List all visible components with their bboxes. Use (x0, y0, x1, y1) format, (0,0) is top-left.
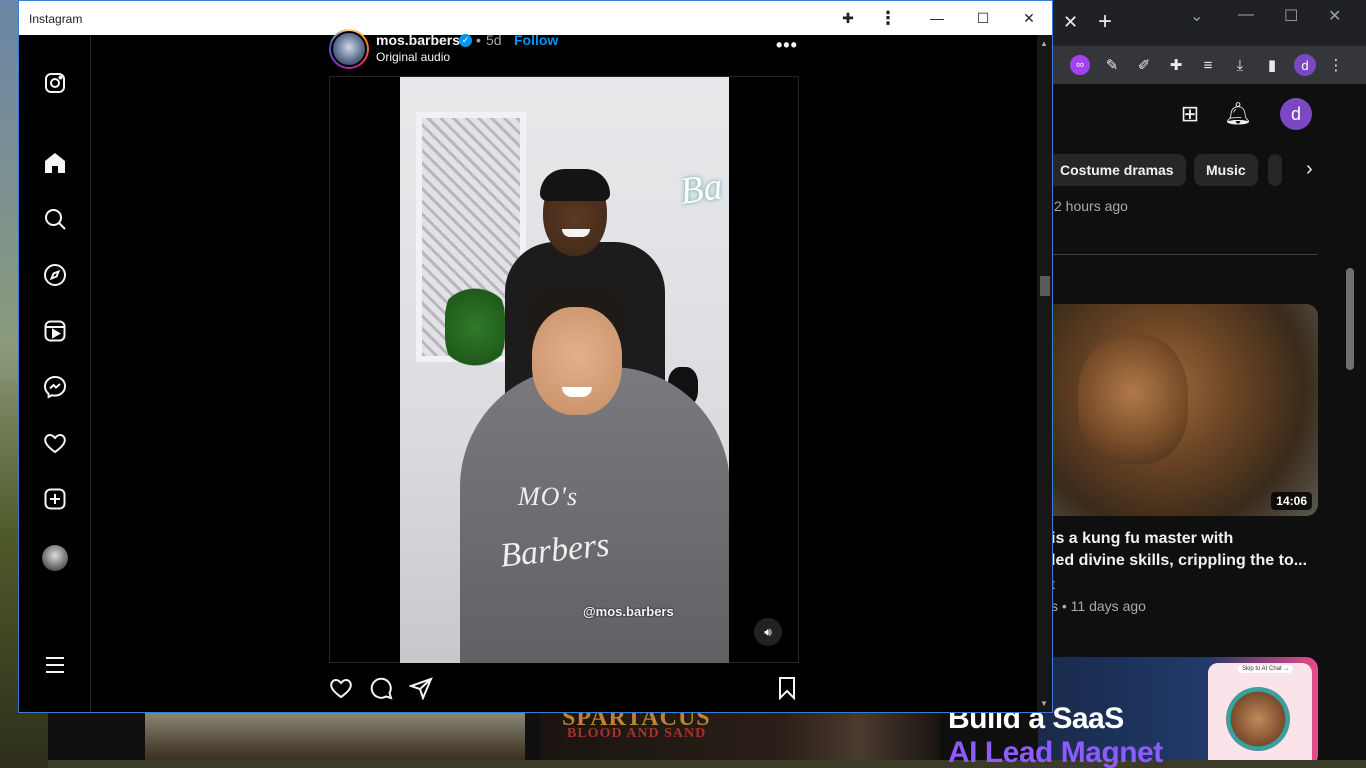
pen-extension-icon[interactable]: ✎ (1102, 55, 1122, 75)
video-barber-smile (562, 229, 590, 237)
close-icon[interactable]: ✕ (1006, 1, 1052, 35)
post-author-avatar[interactable] (329, 29, 369, 69)
extension-icon[interactable]: ∞ (1070, 55, 1090, 75)
app-menu-icon[interactable]: ⋮ (865, 1, 911, 35)
thumbnail-figure (1078, 334, 1188, 464)
scrollbar-thumb[interactable] (1040, 276, 1050, 296)
post-media-frame: Ba MO's Barbers @mos.barbers 🔊︎ (329, 76, 799, 663)
video-kid-face (532, 307, 622, 415)
create-video-icon[interactable]: ⊞ (1176, 100, 1204, 128)
more-options-icon[interactable]: ••• (776, 35, 798, 56)
download-icon[interactable]: ⤓ (1230, 55, 1250, 75)
video-plant-scene (445, 282, 505, 372)
ad-avatar-image (1226, 687, 1290, 751)
notifications-heart-icon[interactable] (42, 430, 68, 456)
minimize-icon[interactable]: — (1238, 6, 1254, 24)
window-title: Instagram (29, 12, 83, 26)
scroll-up-arrow-icon[interactable]: ▲ (1040, 39, 1048, 48)
page-scrollbar[interactable] (1346, 268, 1354, 370)
poster-subtitle: BLOOD AND SAND (567, 726, 707, 741)
save-bookmark-icon[interactable] (774, 675, 800, 701)
follow-button[interactable]: Follow (514, 32, 558, 48)
maximize-icon[interactable]: ☐ (1284, 6, 1298, 26)
post-username[interactable]: mos.barbers (376, 32, 460, 48)
scroll-down-arrow-icon[interactable]: ▼ (1040, 699, 1048, 708)
tab-close-button[interactable]: ✕ (1063, 12, 1078, 33)
browser-menu-icon[interactable]: ⋮ (1326, 55, 1346, 75)
cape-logo-text: MO's (518, 482, 579, 511)
profile-avatar[interactable] (42, 545, 68, 571)
window-scrollbar[interactable]: ▲ ▼ (1037, 35, 1052, 712)
notifications-bell-icon[interactable]: 🔔︎ (1224, 100, 1252, 128)
new-tab-button[interactable]: + (1098, 8, 1112, 36)
tab-search-icon[interactable]: ⌄ (1190, 6, 1203, 26)
video-wall-sign: Ba (677, 165, 725, 213)
audio-toggle-icon[interactable]: 🔊︎ (754, 618, 782, 646)
divider (1048, 254, 1318, 255)
media-control-icon[interactable]: ≡ (1198, 55, 1218, 75)
verified-badge-icon: ✓ (459, 34, 472, 47)
video-views-age: s • 11 days ago (1051, 598, 1146, 614)
minimize-icon[interactable]: — (914, 1, 960, 35)
video-title-line1[interactable]: is a kung fu master with (1051, 530, 1233, 548)
ad-headline-line2: AI Lead Magnet (948, 736, 1163, 768)
reels-icon[interactable] (42, 318, 68, 344)
video-meta: 2 hours ago (1054, 198, 1128, 214)
close-icon[interactable]: ✕ (1328, 6, 1341, 26)
chevron-right-icon[interactable]: › (1306, 158, 1313, 181)
share-icon[interactable] (408, 675, 434, 701)
window-titlebar: Instagram ✚ ⋮ — ☐ ✕ (19, 1, 1052, 35)
instagram-window: Instagram ✚ ⋮ — ☐ ✕ mos.barbers ✓ • 5d F… (18, 0, 1053, 713)
sidebar-icon[interactable]: ▮ (1262, 55, 1282, 75)
youtube-account-avatar[interactable]: d (1280, 98, 1312, 130)
post-time[interactable]: 5d (486, 32, 502, 48)
instagram-sidebar (19, 35, 91, 712)
eyedropper-icon[interactable]: ✐ (1134, 55, 1154, 75)
like-heart-icon[interactable] (328, 675, 354, 701)
home-icon[interactable] (42, 150, 68, 176)
chip-music[interactable]: Music (1194, 154, 1258, 186)
video-duration-badge: 14:06 (1271, 492, 1312, 510)
comment-icon[interactable] (368, 675, 394, 701)
ad-skip-pill: Skip to AI Chat → (1238, 665, 1294, 673)
video-watermark: @mos.barbers (583, 604, 674, 619)
search-icon[interactable] (42, 206, 68, 232)
messenger-icon[interactable] (42, 374, 68, 400)
chip-costume-dramas[interactable]: Costume dramas (1048, 154, 1186, 186)
separator-dot: • (476, 32, 481, 48)
video-thumbnail[interactable]: 14:06 (1038, 304, 1318, 516)
explore-icon[interactable] (42, 262, 68, 288)
video-title-line2[interactable]: led divine skills, crippling the to... (1051, 552, 1307, 570)
video-barber-durag (540, 169, 610, 201)
puzzle-icon[interactable]: ✚ (1166, 55, 1186, 75)
maximize-icon[interactable]: ☐ (960, 1, 1006, 35)
post-viewer: mos.barbers ✓ • 5d Follow Original audio… (92, 29, 1037, 712)
instagram-logo-icon[interactable] (42, 70, 68, 96)
chip-partial[interactable] (1268, 154, 1282, 186)
browser-profile-avatar[interactable]: d (1294, 54, 1316, 76)
menu-icon[interactable] (42, 652, 68, 678)
reel-video[interactable]: Ba MO's Barbers @mos.barbers (400, 77, 729, 663)
thumbnail-battle[interactable] (145, 712, 525, 760)
post-audio-link[interactable]: Original audio (376, 50, 450, 64)
create-icon[interactable] (42, 486, 68, 512)
